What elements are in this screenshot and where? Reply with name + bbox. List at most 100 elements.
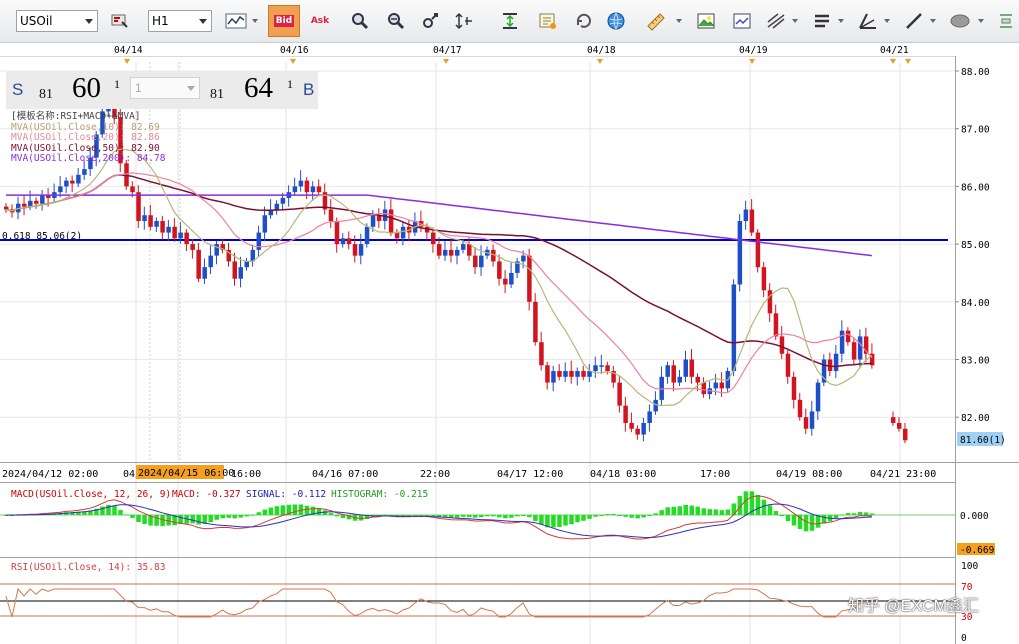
- macd-hist-bar: [719, 510, 725, 515]
- price-scale-icon[interactable]: [452, 9, 476, 33]
- chevron-down-icon[interactable]: [978, 19, 984, 23]
- chevron-down-icon[interactable]: [792, 19, 798, 23]
- ma200-legend: MVA(USOil.Close,200): 84.78: [11, 153, 166, 164]
- candle-body: [839, 330, 845, 354]
- trendline-icon[interactable]: [856, 9, 880, 33]
- chart-image-icon[interactable]: [730, 9, 754, 33]
- chevron-down-icon[interactable]: [252, 19, 258, 23]
- macd-hist-bar: [280, 505, 286, 515]
- lines-icon[interactable]: [810, 9, 834, 33]
- chevron-down-icon[interactable]: [884, 19, 890, 23]
- macd-hist-bar: [130, 515, 135, 518]
- bid-button[interactable]: Bid: [268, 5, 300, 37]
- sell-price-big[interactable]: 60: [72, 72, 101, 105]
- macd-title: MACD(USOil.Close, 12, 26, 9): [11, 489, 171, 500]
- candle-body: [178, 232, 183, 239]
- macd-hist-bar: [713, 509, 719, 515]
- macd-hist-bar: [779, 515, 785, 517]
- macd-hist-bar: [731, 503, 737, 515]
- timeframe-select[interactable]: H1: [148, 10, 212, 32]
- chevron-down-icon[interactable]: [930, 19, 936, 23]
- candle-body: [58, 186, 63, 193]
- candle-body: [503, 278, 508, 285]
- price-axis-border: [955, 56, 956, 644]
- candle-body: [689, 359, 695, 377]
- buy-price-big[interactable]: 64: [244, 72, 273, 105]
- candle-body: [791, 376, 797, 400]
- candle-body: [749, 209, 755, 233]
- candle-body: [214, 244, 219, 256]
- globe-icon[interactable]: [604, 9, 628, 33]
- zoom-out-icon[interactable]: [384, 9, 408, 33]
- macd-hist-bar: [767, 505, 773, 515]
- candle-body: [436, 244, 442, 256]
- candle-body: [653, 399, 658, 412]
- picture-icon[interactable]: [694, 9, 718, 33]
- macd-hist-bar: [641, 515, 646, 518]
- top-date-label: 04/21: [880, 45, 909, 56]
- candle-body: [890, 417, 896, 423]
- time-tick-label: 04/16 07:00: [312, 469, 378, 480]
- ask-button[interactable]: Ask: [308, 9, 332, 33]
- top-date-label: 04/16: [280, 45, 309, 56]
- macd-hist-bar: [190, 515, 195, 524]
- line-draw-icon[interactable]: [902, 9, 926, 33]
- macd-hist-bar: [707, 509, 713, 515]
- lot-size-select[interactable]: 1: [130, 77, 200, 99]
- macd-hist-bar: [581, 515, 586, 521]
- macd-hist-bar: [689, 505, 695, 515]
- top-date-label: 04/14: [114, 45, 143, 56]
- time-tick-label: 04/21 23:00: [870, 469, 936, 480]
- macd-top-border: [0, 482, 956, 483]
- candle-body: [497, 261, 502, 279]
- macd-hist-bar: [815, 515, 821, 528]
- candle-body: [665, 365, 670, 377]
- shape-icon[interactable]: [948, 9, 972, 33]
- pan-icon[interactable]: [418, 9, 442, 33]
- candle-body: [76, 174, 81, 184]
- indicator-icon[interactable]: [224, 9, 248, 33]
- macd-hist-bar: [803, 515, 809, 532]
- buy-price-prefix: 81: [210, 87, 224, 102]
- chart-type-icon[interactable]: [108, 9, 132, 33]
- candle-body: [148, 215, 153, 227]
- candle-body: [677, 376, 682, 383]
- symbol-select[interactable]: USOil: [16, 10, 98, 32]
- candle-body: [647, 411, 652, 423]
- timeframe-value: H1: [152, 14, 169, 28]
- sell-button[interactable]: S: [12, 80, 23, 100]
- chevron-down-icon[interactable]: [838, 19, 844, 23]
- candle-body: [533, 301, 538, 343]
- period-sep-icon[interactable]: [498, 9, 522, 33]
- candle-body: [809, 411, 815, 429]
- candle-body: [773, 313, 779, 337]
- fib-icon[interactable]: [764, 9, 788, 33]
- ask-label: Ask: [310, 16, 330, 26]
- macd-hist-bar: [617, 515, 622, 516]
- rsi-title: RSI(USOil.Close, 14): 35.83: [11, 562, 165, 573]
- template-icon[interactable]: [536, 9, 560, 33]
- more-icon[interactable]: [994, 9, 1018, 33]
- macd-hist-bar: [677, 506, 682, 515]
- candle-body: [292, 186, 298, 193]
- macd-hist-bar: [467, 515, 472, 518]
- zoom-in-icon[interactable]: [348, 9, 372, 33]
- candle-body: [358, 244, 364, 256]
- candle-body: [641, 422, 646, 435]
- macd-hist-bar: [412, 514, 418, 516]
- buy-button[interactable]: B: [303, 80, 314, 100]
- macd-hist-bar: [515, 515, 520, 517]
- candle-body: [202, 267, 207, 279]
- candle-body: [557, 371, 562, 377]
- top-date-label: 04/19: [739, 45, 768, 56]
- ruler-icon[interactable]: [644, 9, 668, 33]
- chevron-down-icon[interactable]: [676, 19, 682, 23]
- bid-label: Bid: [273, 15, 295, 27]
- macd-hist-bar: [569, 515, 574, 525]
- candle-body: [743, 209, 749, 222]
- candle-body: [64, 180, 69, 187]
- candle-body: [569, 371, 574, 377]
- candle-body: [755, 232, 761, 268]
- refresh-icon[interactable]: [572, 9, 596, 33]
- candle-body: [479, 255, 484, 268]
